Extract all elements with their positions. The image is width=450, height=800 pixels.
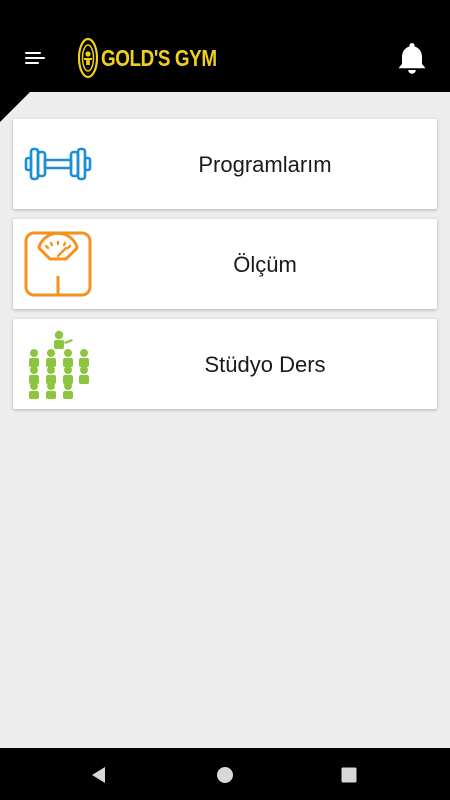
hamburger-menu-icon[interactable] [22,46,48,72]
logo-text: GOLD'S GYM [101,44,217,71]
app-bar: GOLD'S GYM [0,24,450,92]
status-bar [0,0,450,24]
gym-logo: GOLD'S GYM [78,37,242,79]
studio-class-icon [29,330,89,399]
recents-square-icon[interactable] [338,764,360,786]
bell-icon[interactable] [395,40,429,76]
menu-item-label: Ölçüm [233,252,297,277]
header-corner-decoration [0,92,30,122]
dumbbell-icon [24,147,92,181]
menu-item-programlarim[interactable]: Programlarım [13,119,437,209]
scale-icon [24,231,92,297]
menu-item-label: Stüdyo Ders [204,352,326,377]
menu-item-olcum[interactable]: Ölçüm [13,219,437,309]
menu-item-studyo-ders[interactable]: Stüdyo Ders [13,319,437,409]
logo-emblem-icon [78,37,98,79]
system-navigation-bar [0,748,450,800]
home-circle-icon[interactable] [214,764,236,786]
back-triangle-icon[interactable] [88,764,110,786]
menu-item-label: Programlarım [198,152,332,177]
main-menu-list: Programlarım Ölçüm Stüdyo Ders [13,119,437,419]
